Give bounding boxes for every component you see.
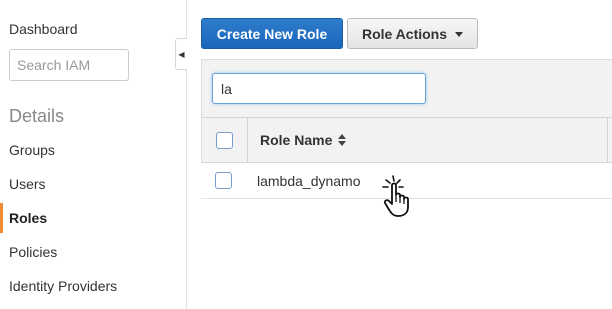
filter-bar xyxy=(201,59,612,117)
hand-pointer-cursor-icon xyxy=(382,175,409,217)
caret-left-icon: ◀ xyxy=(178,49,185,59)
create-new-role-button[interactable]: Create New Role xyxy=(201,18,343,49)
sidebar-item-roles[interactable]: Roles xyxy=(0,203,186,233)
table-header: Role Name xyxy=(201,117,612,163)
sidebar-collapse-button[interactable]: ◀ xyxy=(175,38,187,70)
row-checkbox[interactable] xyxy=(215,172,232,189)
role-name-cell[interactable]: lambda_dynamo xyxy=(257,173,361,189)
filter-input[interactable] xyxy=(212,73,426,104)
sort-icon[interactable] xyxy=(338,134,347,146)
create-new-role-label: Create New Role xyxy=(216,25,328,42)
search-iam-input[interactable] xyxy=(9,49,129,81)
sidebar-item-users[interactable]: Users xyxy=(0,169,186,199)
column-divider xyxy=(607,118,608,162)
column-header-label: Role Name xyxy=(260,132,333,148)
select-all-checkbox[interactable] xyxy=(216,132,233,149)
sidebar-item-groups[interactable]: Groups xyxy=(0,135,186,165)
sidebar: Dashboard Details Groups Users Roles Pol… xyxy=(0,0,187,309)
role-actions-label: Role Actions xyxy=(361,25,448,42)
sidebar-item-dashboard[interactable]: Dashboard xyxy=(9,21,78,37)
main-content: Create New Role Role Actions Role Name l… xyxy=(188,0,612,309)
sidebar-item-identity-providers[interactable]: Identity Providers xyxy=(0,271,186,301)
sidebar-item-policies[interactable]: Policies xyxy=(0,237,186,267)
sidebar-section-title: Details xyxy=(9,106,65,126)
select-all-cell xyxy=(202,118,248,162)
caret-down-icon xyxy=(455,31,464,37)
role-actions-button[interactable]: Role Actions xyxy=(347,18,478,49)
column-header-role-name[interactable]: Role Name xyxy=(260,132,347,148)
